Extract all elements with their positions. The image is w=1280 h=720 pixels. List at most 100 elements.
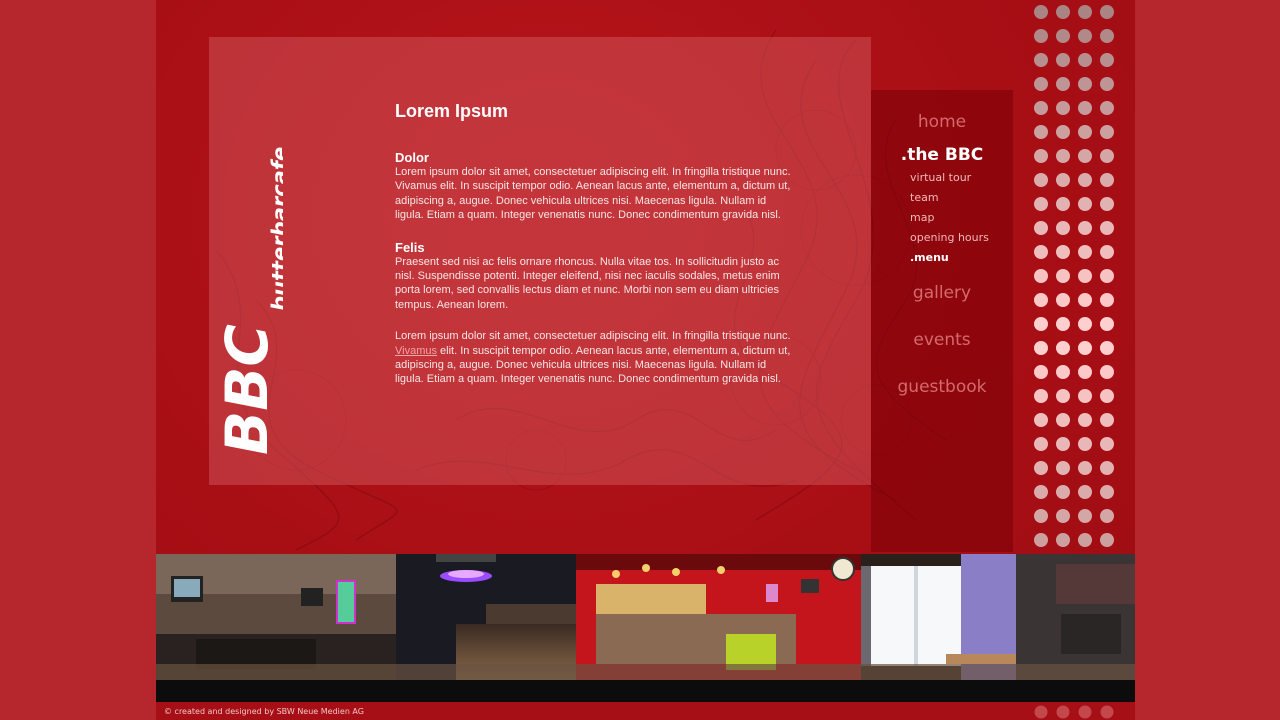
decor-dot [1034, 101, 1048, 115]
decor-dot [1056, 533, 1070, 547]
decor-dot [1078, 437, 1092, 451]
decor-dot [1034, 53, 1048, 67]
decor-dot [1100, 173, 1114, 187]
decor-dot [1100, 245, 1114, 259]
decor-dot [1056, 5, 1070, 19]
decor-dot [1078, 197, 1092, 211]
nav-gallery[interactable]: gallery [871, 283, 1013, 303]
decor-dot [1056, 293, 1070, 307]
decor-dot [1078, 269, 1092, 283]
logo-bbc-text: BBC [219, 324, 281, 455]
decor-dot [1056, 509, 1070, 523]
nav-sub-team[interactable]: team [910, 191, 939, 204]
decor-dot [1034, 221, 1048, 235]
section-heading-felis: Felis [395, 239, 425, 255]
decor-dot [1056, 245, 1070, 259]
nav-events[interactable]: events [871, 330, 1013, 350]
decor-dot [1056, 341, 1070, 355]
footer: © created and designed by SBW Neue Medie… [156, 702, 1135, 720]
decor-dot [1078, 293, 1092, 307]
decor-dot [1100, 101, 1114, 115]
decor-dot [1078, 77, 1092, 91]
closing-text-end: elit. In suscipit tempor odio. Aenean la… [395, 344, 791, 386]
decor-dot [1078, 341, 1092, 355]
decor-dot [1078, 389, 1092, 403]
logo-tagline-text: butterbarcafe [268, 147, 283, 311]
decor-dot [1100, 485, 1114, 499]
decor-dot [1056, 125, 1070, 139]
decor-dot [1034, 5, 1048, 19]
decor-dot [1056, 365, 1070, 379]
vivamus-link[interactable]: Vivamus [395, 345, 437, 357]
decor-dot [1034, 293, 1048, 307]
decor-dot [1034, 413, 1048, 427]
decor-dot [1078, 317, 1092, 331]
decor-dot [1034, 365, 1048, 379]
decor-dot [1056, 221, 1070, 235]
decor-dot [1078, 29, 1092, 43]
decor-dot [1034, 77, 1048, 91]
bar-panorama-photo [156, 554, 1135, 680]
decor-dot [1100, 509, 1114, 523]
decor-dot [1100, 77, 1114, 91]
decor-dot [1078, 245, 1092, 259]
decor-dot [1100, 533, 1114, 547]
decor-dot [1100, 29, 1114, 43]
decor-dot [1056, 77, 1070, 91]
decor-dot [1100, 125, 1114, 139]
decor-dot [1034, 125, 1048, 139]
decor-dot [1034, 149, 1048, 163]
decor-dot [1056, 269, 1070, 283]
decor-dot [1100, 389, 1114, 403]
decor-dot [1078, 533, 1092, 547]
decor-dot [1078, 173, 1092, 187]
decor-dot [1056, 197, 1070, 211]
closing-paragraph: Lorem ipsum dolor sit amet, consectetuer… [395, 329, 795, 387]
decor-dot [1056, 437, 1070, 451]
decor-dot [1056, 149, 1070, 163]
decor-dot [1034, 197, 1048, 211]
decor-dot [1056, 53, 1070, 67]
decor-dot [1034, 317, 1048, 331]
decor-dot [1078, 125, 1092, 139]
decor-dot [1078, 365, 1092, 379]
decor-dot [1100, 221, 1114, 235]
decor-dot [1056, 173, 1070, 187]
decor-dot [1056, 485, 1070, 499]
decor-dot [1100, 317, 1114, 331]
nav-sub-map[interactable]: map [910, 211, 934, 224]
decor-dot [1078, 149, 1092, 163]
decor-dot [1034, 389, 1048, 403]
decor-dot [1100, 437, 1114, 451]
decor-dot [1100, 53, 1114, 67]
nav-home[interactable]: home [871, 112, 1013, 132]
footer-credit[interactable]: © created and designed by SBW Neue Medie… [164, 707, 364, 716]
nav-guestbook[interactable]: guestbook [871, 377, 1013, 397]
decor-dot [1100, 5, 1114, 19]
nav-sub-opening-hours[interactable]: opening hours [910, 231, 989, 244]
decor-dot [1078, 221, 1092, 235]
decor-dot [1100, 413, 1114, 427]
decor-dot [1034, 509, 1048, 523]
page-container: BBC butterbarcafe Lorem Ipsum Dolor Lore… [156, 0, 1135, 720]
decor-dot [1078, 509, 1092, 523]
decor-dot [1034, 245, 1048, 259]
decor-dot [1100, 269, 1114, 283]
decor-dot [1100, 461, 1114, 475]
bbc-logo[interactable]: BBC butterbarcafe [213, 125, 292, 455]
decor-dot [1078, 5, 1092, 19]
nav-the-bbc[interactable]: .the BBC [871, 145, 1013, 165]
decor-dot [1100, 341, 1114, 355]
decor-dot [1100, 293, 1114, 307]
decor-dot [1100, 149, 1114, 163]
nav-sub-virtual-tour[interactable]: virtual tour [910, 171, 971, 184]
decor-dot [1056, 101, 1070, 115]
nav-sub-menu[interactable]: .menu [910, 251, 949, 264]
decor-dot [1034, 461, 1048, 475]
decor-dot [1078, 413, 1092, 427]
decor-dot [1056, 317, 1070, 331]
article-title: Lorem Ipsum [395, 101, 509, 121]
decor-dot [1034, 485, 1048, 499]
decor-dot [1056, 29, 1070, 43]
decor-dot [1034, 29, 1048, 43]
